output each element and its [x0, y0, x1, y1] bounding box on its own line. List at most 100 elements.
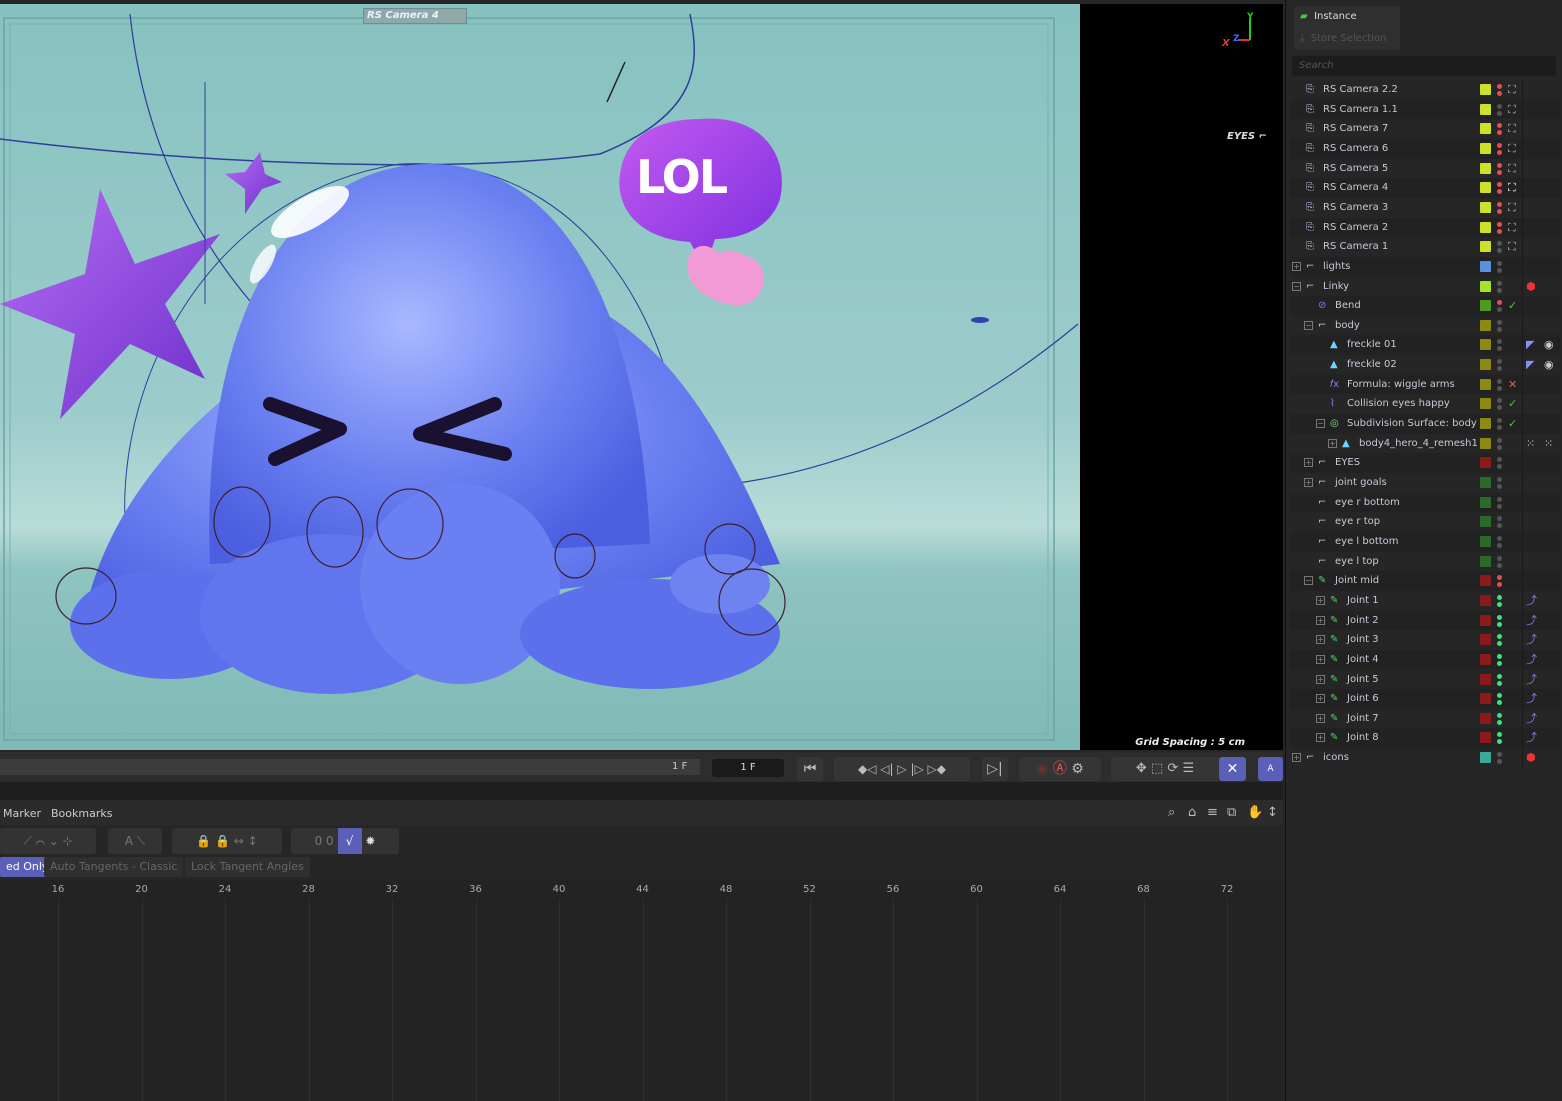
menu-bookmarks[interactable]: Bookmarks: [51, 807, 112, 820]
collapse-toggle[interactable]: −: [1292, 281, 1301, 291]
redshift-object-tag-icon[interactable]: ⬢: [1526, 277, 1536, 297]
render-visibility-dot[interactable]: [1497, 641, 1502, 647]
layer-color-swatch[interactable]: [1480, 653, 1491, 665]
render-visibility-dot[interactable]: [1497, 110, 1502, 116]
object-row[interactable]: ⌐ eye r top: [1290, 512, 1560, 532]
camera-label[interactable]: RS Camera 4: [363, 8, 467, 24]
render-visibility-dot[interactable]: [1497, 582, 1502, 588]
move-icon[interactable]: ↕: [1267, 805, 1278, 820]
expand-toggle[interactable]: +: [1316, 635, 1325, 645]
object-name[interactable]: EYES: [1335, 453, 1360, 473]
object-row[interactable]: − ✎ Joint mid: [1290, 571, 1560, 591]
object-row[interactable]: + ✎ Joint 3 ⤴: [1290, 630, 1560, 650]
object-name[interactable]: eye r bottom: [1335, 493, 1400, 513]
render-visibility-dot[interactable]: [1497, 719, 1502, 725]
layer-color-swatch[interactable]: [1480, 280, 1491, 292]
layer-color-swatch[interactable]: [1480, 693, 1491, 705]
selection-tag-icon[interactable]: ◤: [1526, 355, 1534, 375]
object-row[interactable]: + ✎ Joint 7 ⤴: [1290, 709, 1560, 729]
zero-length-button[interactable]: 0: [326, 834, 334, 848]
current-frame-field[interactable]: 1 F: [712, 759, 784, 777]
editor-visibility-dot[interactable]: [1497, 319, 1502, 325]
point-selection-tag-icon[interactable]: ⁙: [1544, 434, 1553, 454]
editor-visibility-dot[interactable]: [1497, 84, 1502, 89]
ik-tag-icon[interactable]: ⤴: [1526, 728, 1537, 748]
expand-toggle[interactable]: +: [1304, 458, 1313, 468]
layer-color-swatch[interactable]: [1480, 319, 1491, 331]
render-visibility-dot[interactable]: [1497, 425, 1502, 431]
camera-tag-icon[interactable]: ⛶: [1508, 119, 1516, 139]
expand-toggle[interactable]: +: [1316, 713, 1325, 723]
object-row[interactable]: ⌐ eye l top: [1290, 552, 1560, 572]
go-to-end-button[interactable]: ▷|: [982, 757, 1008, 781]
layer-color-swatch[interactable]: [1480, 712, 1491, 724]
render-visibility-dot[interactable]: [1497, 385, 1502, 391]
editor-visibility-dot[interactable]: [1497, 300, 1502, 306]
render-visibility-dot[interactable]: [1497, 562, 1502, 568]
redshift-object-tag-icon[interactable]: ⬢: [1526, 748, 1536, 768]
editor-visibility-dot[interactable]: [1497, 241, 1502, 247]
editor-visibility-dot[interactable]: [1497, 398, 1502, 404]
object-name[interactable]: Collision eyes happy: [1347, 394, 1450, 414]
layer-color-swatch[interactable]: [1480, 260, 1491, 272]
render-visibility-dot[interactable]: [1497, 542, 1502, 548]
object-row[interactable]: + ✎ Joint 1 ⤴: [1290, 591, 1560, 611]
object-row[interactable]: ⎘ RS Camera 4 ⛶: [1290, 178, 1560, 198]
editor-visibility-dot[interactable]: [1497, 437, 1502, 443]
object-row[interactable]: − ⌐ body: [1290, 316, 1560, 336]
editor-visibility-dot[interactable]: [1497, 418, 1502, 424]
layer-color-swatch[interactable]: [1480, 752, 1491, 764]
editor-visibility-dot[interactable]: [1497, 103, 1502, 109]
editor-visibility-dot[interactable]: [1497, 594, 1502, 600]
render-visibility-dot[interactable]: [1497, 149, 1502, 155]
next-key-button[interactable]: ▷◆: [928, 762, 946, 776]
editor-visibility-dot[interactable]: [1497, 634, 1502, 640]
instance-button[interactable]: ▰ Instance: [1300, 11, 1357, 22]
editor-visibility-dot[interactable]: [1497, 182, 1502, 188]
search-input[interactable]: Search: [1292, 56, 1556, 76]
object-name[interactable]: RS Camera 6: [1323, 139, 1388, 159]
layer-color-swatch[interactable]: [1480, 732, 1491, 744]
render-visibility-dot[interactable]: [1497, 91, 1502, 96]
camera-tag-icon[interactable]: ⛶: [1508, 237, 1516, 257]
layer-color-swatch[interactable]: [1480, 398, 1491, 410]
object-row[interactable]: + ✎ Joint 8 ⤴: [1290, 728, 1560, 749]
record-button[interactable]: ◉: [1036, 761, 1048, 777]
animation-layer-button[interactable]: A: [1258, 757, 1283, 781]
editor-visibility-dot[interactable]: [1497, 359, 1502, 365]
layer-color-swatch[interactable]: [1480, 378, 1491, 390]
lock-tools[interactable]: 🔒 🔒 ↔ ↕: [172, 828, 282, 854]
object-name[interactable]: body: [1335, 316, 1360, 336]
object-row[interactable]: 𝑓x Formula: wiggle arms ✕: [1290, 374, 1560, 395]
expand-toggle[interactable]: +: [1292, 753, 1301, 763]
collapse-toggle[interactable]: −: [1304, 576, 1313, 586]
layer-color-swatch[interactable]: [1480, 477, 1491, 488]
render-visibility-dot[interactable]: [1497, 660, 1502, 666]
layer-color-swatch[interactable]: [1480, 123, 1491, 135]
render-visibility-dot[interactable]: [1497, 326, 1502, 332]
tangent-auto-tools[interactable]: A ⟍: [108, 828, 162, 854]
object-row[interactable]: ▲ freckle 02 ◤ ◉: [1290, 355, 1560, 375]
editor-visibility-dot[interactable]: [1497, 516, 1502, 522]
object-row[interactable]: ⊘ Bend ✓: [1290, 296, 1560, 316]
menu-marker[interactable]: Marker: [3, 807, 41, 820]
key-parameter-button[interactable]: ☰: [1182, 761, 1194, 776]
layer-color-swatch[interactable]: [1480, 634, 1491, 646]
ik-tag-icon[interactable]: ⤴: [1526, 650, 1537, 670]
ik-tag-icon[interactable]: ⤴: [1526, 611, 1537, 631]
object-row[interactable]: + ⌐ joint goals: [1290, 473, 1560, 493]
point-selection-tag-icon[interactable]: ⁙: [1526, 434, 1535, 454]
expand-toggle[interactable]: +: [1316, 733, 1325, 743]
check-icon[interactable]: ✓: [1508, 296, 1517, 316]
auto-tangents-option[interactable]: Auto Tangents - Classic: [44, 857, 184, 877]
layer-color-swatch[interactable]: [1480, 162, 1491, 174]
layer-color-swatch[interactable]: [1480, 555, 1491, 567]
layer-color-swatch[interactable]: [1480, 516, 1491, 528]
zero-angle-button[interactable]: 0: [315, 834, 323, 848]
camera-tag-icon[interactable]: ⛶: [1508, 80, 1516, 100]
object-row[interactable]: − ⌐ Linky ⬢: [1290, 277, 1560, 297]
material-tag-icon[interactable]: ◉: [1544, 335, 1554, 355]
editor-visibility-dot[interactable]: [1497, 535, 1502, 541]
fcurve-graph[interactable]: 16 20 24 28 32 36 40 44 48 52 56 60 64 68 72: [0, 880, 1283, 1101]
layer-color-swatch[interactable]: [1480, 103, 1491, 115]
